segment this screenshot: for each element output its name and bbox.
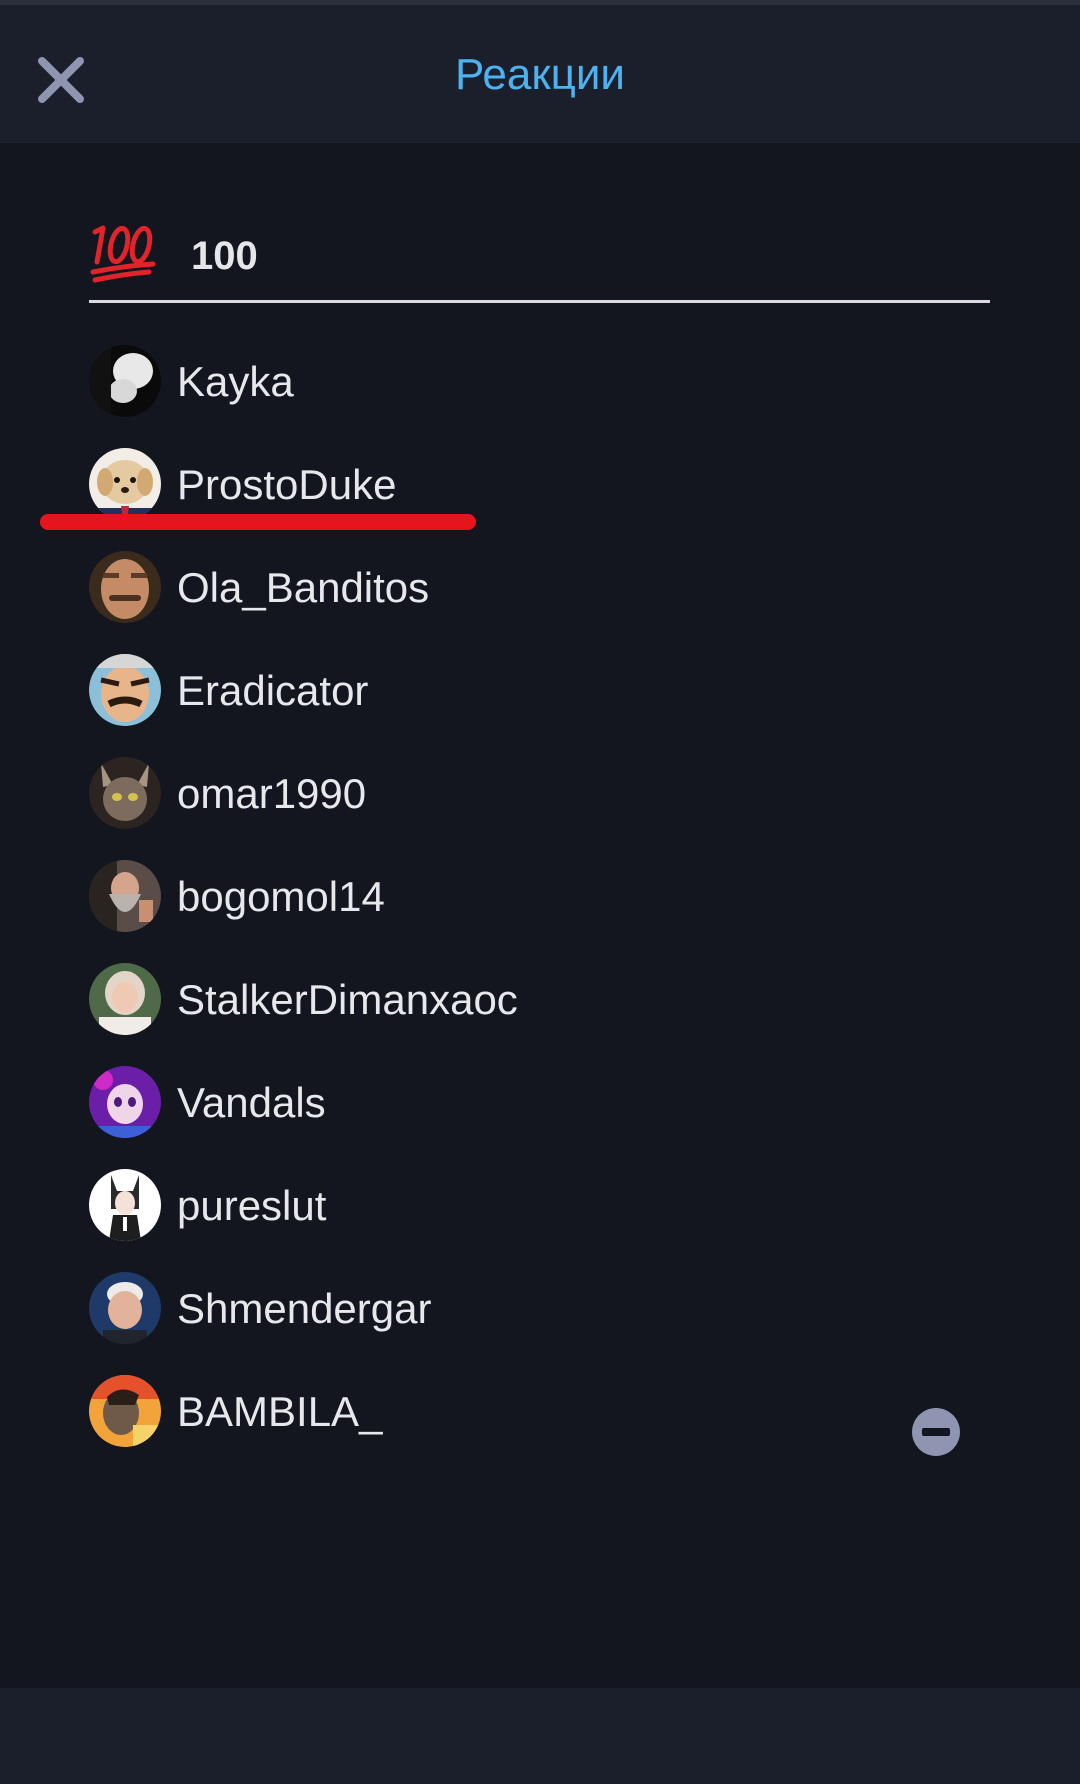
- avatar: [89, 1066, 161, 1138]
- avatar: [89, 963, 161, 1035]
- user-row-stalkerdimanxaoc[interactable]: StalkerDimanxaoc: [89, 958, 989, 1048]
- avatar: [89, 1169, 161, 1241]
- avatar: [89, 345, 161, 417]
- dialog-header: Реакции: [0, 5, 1080, 143]
- bottom-bar: [0, 1688, 1080, 1784]
- avatar: [89, 551, 161, 623]
- avatar: [89, 860, 161, 932]
- avatar: [89, 448, 161, 520]
- user-row-vandals[interactable]: Vandals: [89, 1061, 989, 1151]
- username: omar1990: [177, 770, 367, 817]
- avatar: [89, 757, 161, 829]
- user-row-omar1990[interactable]: omar1990: [89, 752, 989, 842]
- avatar: [89, 1375, 161, 1447]
- username: ProstoDuke: [177, 461, 397, 508]
- hundred-points-emoji-icon: [90, 225, 156, 283]
- user-row-kayka[interactable]: Kayka: [89, 340, 989, 430]
- user-row-ola-banditos[interactable]: Ola_Banditos: [89, 546, 989, 636]
- avatar: [89, 654, 161, 726]
- user-row-pureslut[interactable]: pureslut: [89, 1164, 989, 1254]
- dialog-title: Реакции: [455, 50, 625, 99]
- avatar: [89, 1272, 161, 1344]
- user-row-bogomol14[interactable]: bogomol14: [89, 855, 989, 945]
- user-row-shmendergar[interactable]: Shmendergar: [89, 1267, 989, 1357]
- reaction-count: 100: [191, 234, 258, 278]
- username: StalkerDimanxaoc: [177, 976, 518, 1023]
- username: pureslut: [177, 1182, 327, 1229]
- username: Ola_Banditos: [177, 564, 430, 611]
- username: BAMBILA_: [177, 1388, 383, 1435]
- user-row-bambila[interactable]: BAMBILA_: [89, 1370, 989, 1460]
- username: Shmendergar: [177, 1285, 432, 1332]
- reaction-tab-100[interactable]: 100: [89, 210, 990, 303]
- minus-circle-icon: [922, 1428, 950, 1436]
- user-row-eradicator[interactable]: Eradicator: [89, 649, 989, 739]
- username: Kayka: [177, 358, 294, 405]
- red-underline-annotation: [40, 514, 476, 530]
- username: Eradicator: [177, 667, 369, 714]
- username: Vandals: [177, 1079, 326, 1126]
- remove-reaction-button[interactable]: [912, 1408, 960, 1456]
- username: bogomol14: [177, 873, 385, 920]
